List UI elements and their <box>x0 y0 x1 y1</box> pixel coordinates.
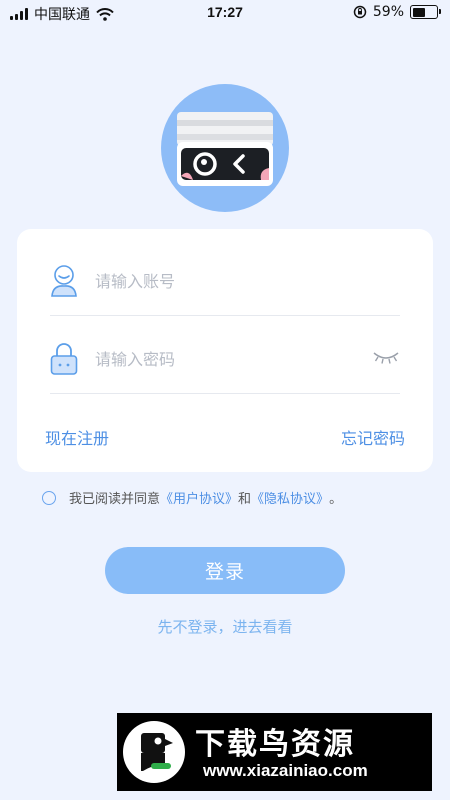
agreement-checkbox[interactable] <box>42 490 56 505</box>
status-right: 59% <box>353 4 441 20</box>
watermark-url: www.xiazainiao.com <box>203 761 368 780</box>
user-icon <box>51 265 77 297</box>
eye-closed-icon[interactable] <box>372 348 400 366</box>
agreement-prefix: 我已阅读并同意 <box>69 492 161 507</box>
account-input[interactable] <box>93 265 357 297</box>
agreement-suffix: 。 <box>329 492 343 507</box>
lock-icon <box>50 343 78 375</box>
battery-percent: 59% <box>372 4 404 20</box>
login-card: 现在注册 忘记密码 <box>17 229 433 472</box>
app-logo <box>161 84 289 212</box>
password-field <box>50 323 400 394</box>
skip-login-link[interactable]: 先不登录，进去看看 <box>0 616 450 637</box>
orientation-lock-icon <box>353 5 367 19</box>
login-button[interactable]: 登录 <box>105 547 345 594</box>
register-link[interactable]: 现在注册 <box>45 425 109 449</box>
watermark-banner: 下载鸟资源 www.xiazainiao.com <box>117 713 432 791</box>
password-input[interactable] <box>93 343 357 375</box>
privacy-policy-link[interactable]: 《隐私协议》 <box>251 488 329 507</box>
agreement-and: 和 <box>238 492 252 507</box>
agreement-row: 我已阅读并同意 《用户协议》 和 《隐私协议》 。 <box>42 488 342 507</box>
battery-icon <box>410 5 441 19</box>
watermark-title: 下载鸟资源 <box>195 727 355 762</box>
user-agreement-link[interactable]: 《用户协议》 <box>160 488 238 507</box>
account-field <box>50 245 400 316</box>
forgot-password-link[interactable]: 忘记密码 <box>341 425 405 449</box>
status-bar: 中国联通 17:27 59% <box>0 0 450 26</box>
bird-logo-icon <box>123 721 185 783</box>
